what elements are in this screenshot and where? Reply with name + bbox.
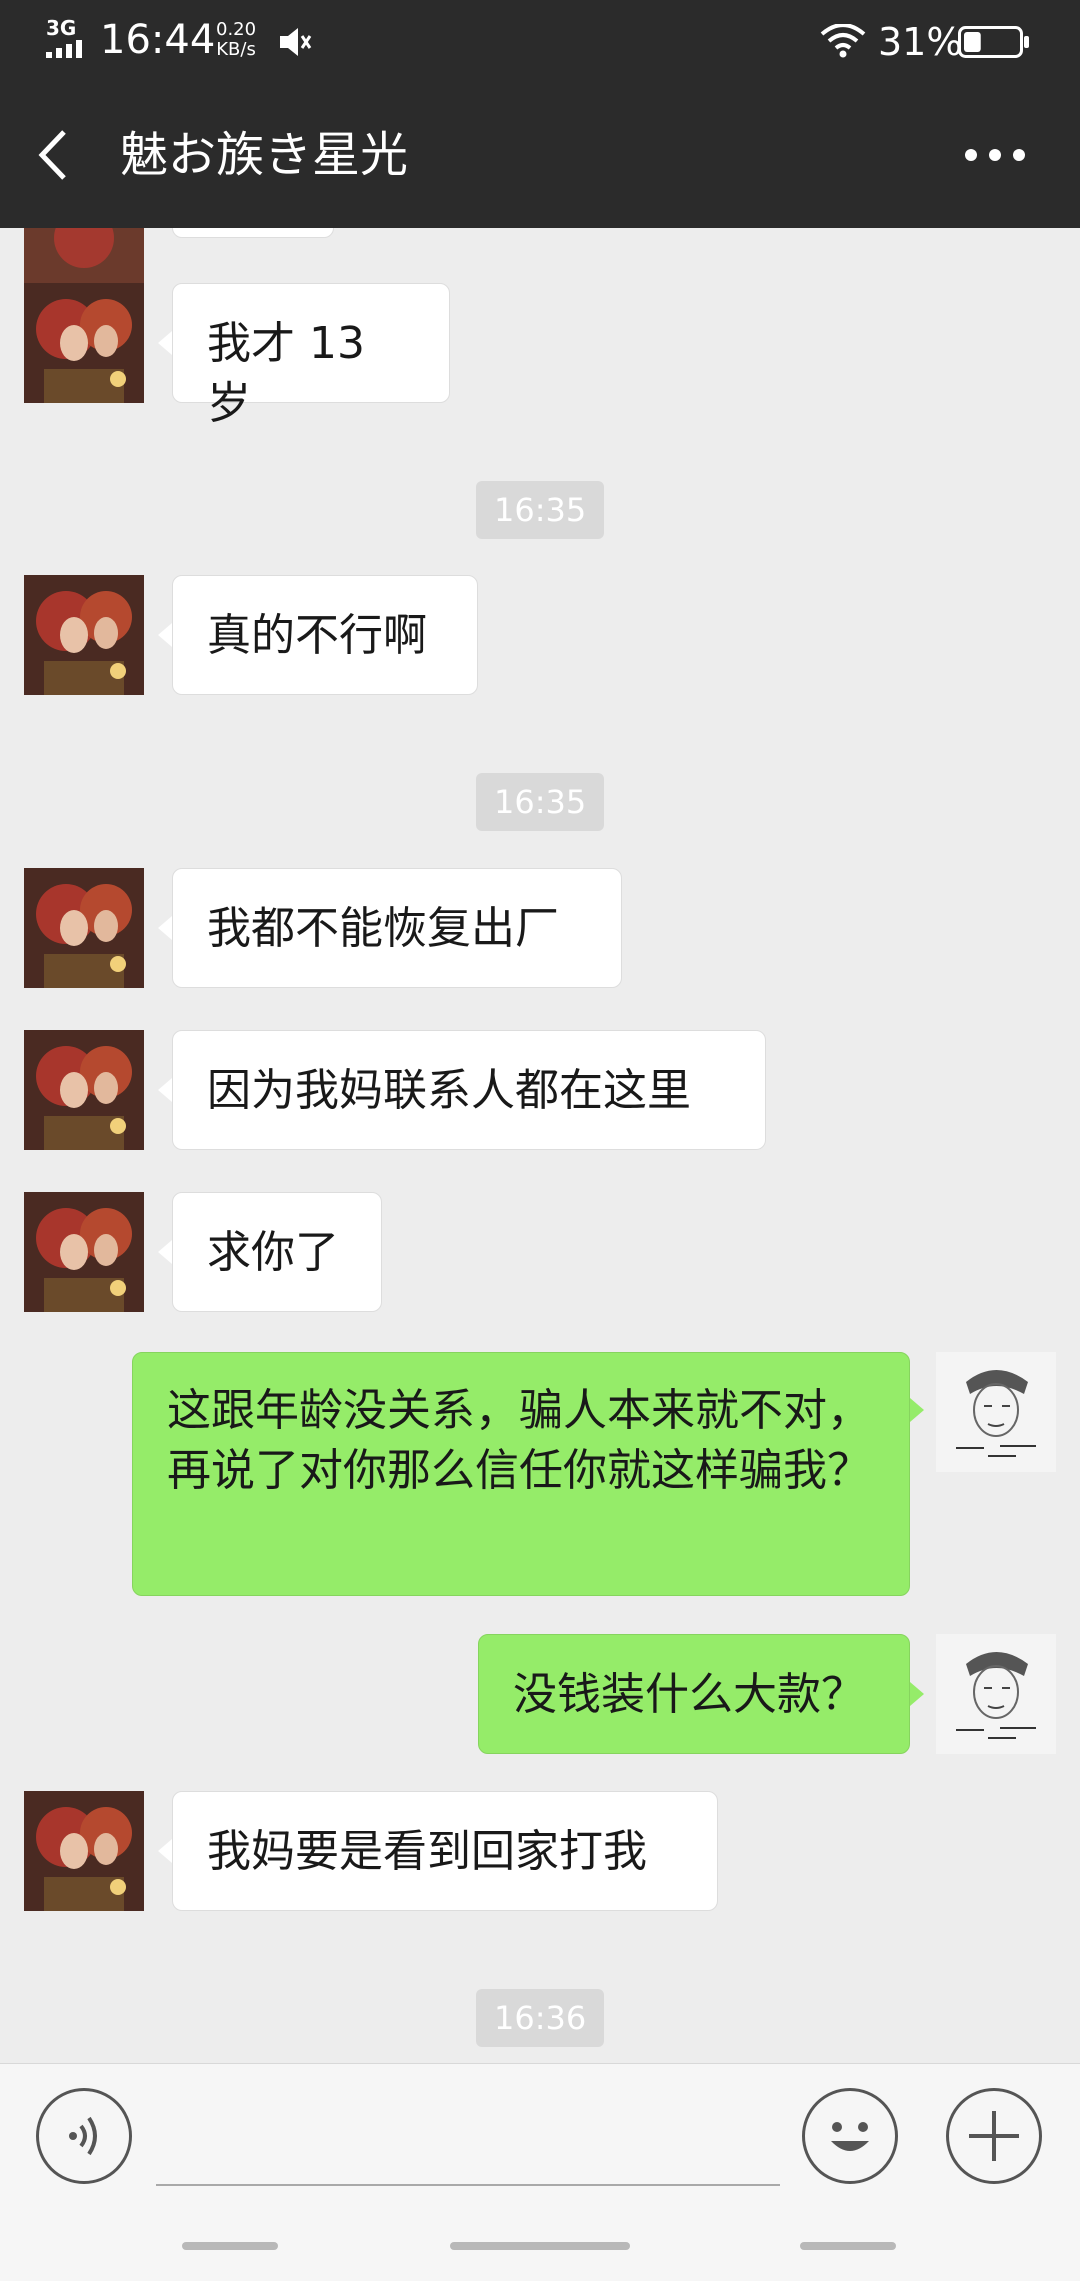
timestamp: 16:35 (476, 481, 605, 539)
nav-back-gesture[interactable] (182, 2242, 278, 2250)
message-bubble[interactable]: 我才 13 岁 (172, 283, 450, 429)
contact-avatar[interactable] (24, 1192, 144, 1312)
more-dots-icon (965, 149, 1025, 161)
bubble-tail (158, 916, 172, 940)
back-button[interactable] (30, 120, 90, 190)
message-bubble-partial[interactable] (172, 228, 334, 238)
message-bubble[interactable]: 因为我妈联系人都在这里 (172, 1030, 766, 1150)
more-button[interactable] (955, 120, 1035, 190)
network-speed-value: 0.20 (216, 19, 257, 40)
message-bubble[interactable]: 我都不能恢复出厂 (172, 868, 622, 988)
emoji-button[interactable] (802, 2088, 898, 2184)
bubble-tail (158, 331, 172, 355)
my-avatar[interactable] (936, 1352, 1056, 1472)
bubble-tail (910, 1682, 924, 1706)
timestamp: 16:35 (476, 773, 605, 831)
wifi-icon (820, 24, 866, 58)
status-time: 16:44 (100, 17, 216, 63)
signal-icon (46, 40, 82, 58)
battery-icon (958, 26, 1029, 58)
bubble-tail (158, 623, 172, 647)
message-bubble-outgoing[interactable]: 这跟年龄没关系，骗人本来就不对，再说了对你那么信任你就这样骗我？ (132, 1352, 910, 1596)
contact-avatar[interactable] (24, 283, 144, 403)
chat-area[interactable]: 我才 13 岁 16:35 真的不行啊 16:35 我都不能恢复出厂 因为我妈联… (0, 228, 1080, 2063)
chat-title: 魅お族き星光 (120, 127, 409, 183)
bubble-tail (158, 1078, 172, 1102)
message-input[interactable] (156, 2104, 780, 2186)
chat-header: 魅お族き星光 (0, 80, 1080, 228)
contact-avatar[interactable] (24, 1030, 144, 1150)
network-type: 3G (46, 16, 77, 40)
nav-recent-gesture[interactable] (800, 2242, 896, 2250)
plus-icon (969, 2111, 1019, 2161)
mute-icon (280, 28, 312, 56)
message-bubble[interactable]: 我妈要是看到回家打我 (172, 1791, 718, 1911)
emoji-icon (831, 2122, 869, 2151)
battery-percent: 31% (878, 20, 963, 64)
voice-icon (69, 2116, 97, 2156)
network-speed-unit: KB/s (216, 39, 256, 60)
message-bubble[interactable]: 求你了 (172, 1192, 382, 1312)
contact-avatar[interactable] (24, 575, 144, 695)
my-avatar[interactable] (936, 1634, 1056, 1754)
nav-home-gesture[interactable] (450, 2242, 630, 2250)
contact-avatar[interactable] (24, 1791, 144, 1911)
bubble-tail (158, 1839, 172, 1863)
bubble-tail (158, 1240, 172, 1264)
chevron-left-icon (38, 130, 66, 180)
timestamp: 16:36 (476, 1989, 605, 2047)
voice-button[interactable] (36, 2088, 132, 2184)
bubble-tail (910, 1398, 924, 1422)
input-bar (0, 2063, 1080, 2281)
network-speed: 0.20 KB/s (216, 20, 256, 60)
contact-avatar[interactable] (24, 868, 144, 988)
message-bubble[interactable]: 真的不行啊 (172, 575, 478, 695)
more-actions-button[interactable] (946, 2088, 1042, 2184)
status-bar: 3G 16:44 0.20 KB/s 31% (0, 0, 1080, 80)
message-bubble-outgoing[interactable]: 没钱装什么大款？ (478, 1634, 910, 1754)
